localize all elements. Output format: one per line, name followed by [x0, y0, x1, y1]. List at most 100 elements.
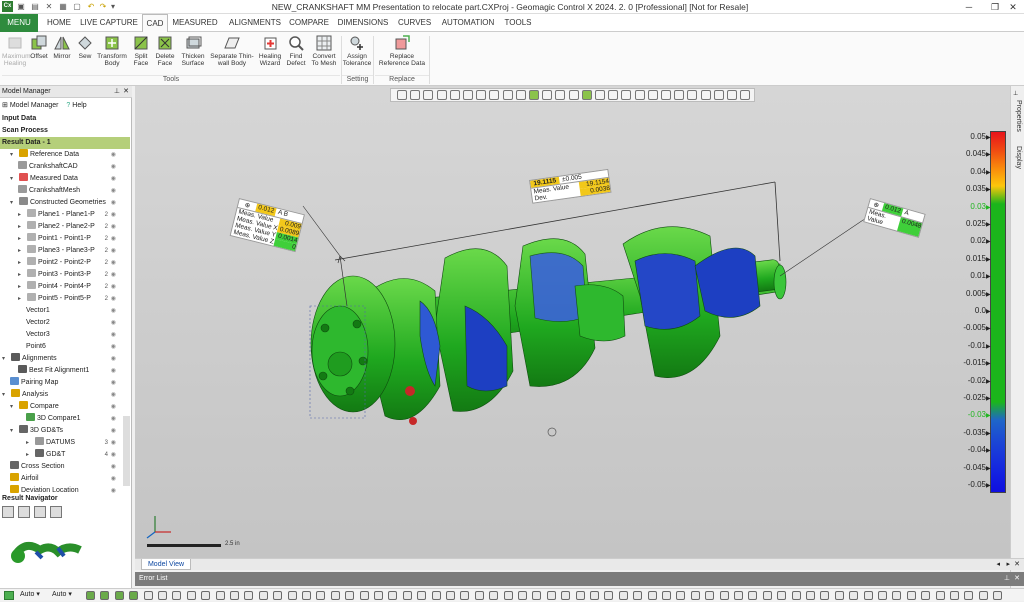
pin-icon[interactable]: ⊥ [1013, 90, 1023, 98]
status-tool-icon[interactable] [964, 591, 974, 600]
status-tool-icon[interactable] [258, 591, 268, 600]
brush-select-icon[interactable] [634, 90, 645, 100]
status-tool-icon[interactable] [244, 591, 254, 600]
tree-item[interactable]: ▸ Point5 - Point5-P ◉ 2 [0, 293, 130, 305]
status-tool-icon[interactable] [993, 591, 1003, 600]
status-tool-icon[interactable] [201, 591, 211, 600]
maximum-healing-button[interactable]: Maximum Healing [2, 34, 31, 74]
status-tool-icon[interactable] [878, 591, 887, 600]
tab-model-view[interactable]: Model View [141, 559, 191, 570]
nav-next-icon[interactable] [34, 506, 46, 518]
bottom-view-icon[interactable] [476, 90, 487, 100]
offset-button[interactable]: Offset [28, 34, 50, 74]
pin-icon[interactable]: ⊥ [1004, 572, 1010, 586]
status-tool-icon[interactable] [734, 591, 743, 600]
visibility-icon[interactable]: ◉ [111, 317, 116, 329]
tab-close-icon[interactable]: ✕ [1014, 559, 1020, 570]
status-tool-icon[interactable] [417, 591, 427, 600]
status-tool-icon[interactable] [474, 591, 484, 600]
tab-scroll-left-icon[interactable]: ◂ [996, 559, 1000, 570]
polyline-select-icon[interactable] [647, 90, 658, 100]
status-tool-icon[interactable] [561, 591, 571, 600]
expand-down-icon[interactable]: ▾ [10, 401, 19, 413]
line-select-icon[interactable] [568, 90, 579, 100]
status-tool-icon[interactable] [532, 591, 542, 600]
scale-tick-icon[interactable]: ▶ [986, 412, 991, 419]
feature-icon[interactable] [713, 90, 724, 100]
help-button[interactable]: ? Help [66, 102, 86, 109]
expand-right-icon[interactable]: ▸ [18, 293, 27, 305]
rotate-view-icon[interactable] [397, 90, 407, 100]
properties-tab[interactable]: Properties [1012, 100, 1024, 132]
transform-body-button[interactable]: Transform Body [96, 34, 128, 74]
status-tool-icon[interactable] [100, 591, 110, 600]
status-tool-icon[interactable] [446, 591, 455, 600]
visibility-icon[interactable]: ◉ [111, 149, 116, 161]
expand-right-icon[interactable]: ▸ [18, 221, 27, 233]
tree-item[interactable]: Scan Process [0, 125, 130, 137]
healing-wizard-button[interactable]: Healing Wizard [256, 34, 284, 74]
separate-thin-wall-body-button[interactable]: Separate Thin-wall Body [210, 34, 254, 74]
visibility-icon[interactable]: ◉ [111, 197, 116, 209]
visibility-icon[interactable]: ◉ [111, 257, 116, 269]
visibility-icon[interactable]: ◉ [111, 377, 116, 389]
status-tool-icon[interactable] [590, 591, 599, 600]
sew-button[interactable]: Sew [75, 34, 95, 74]
tree-item[interactable]: Best Fit Alignment1 ◉ [0, 365, 130, 377]
tree-item[interactable]: ▸ GD&T ◉ 4 [0, 449, 130, 461]
status-tool-icon[interactable] [978, 591, 988, 600]
status-tool-icon[interactable] [921, 591, 931, 600]
tree-scrollbar[interactable] [123, 416, 130, 486]
status-tool-icon[interactable] [114, 591, 124, 600]
select-all-icon[interactable] [581, 90, 592, 100]
status-tool-icon[interactable] [892, 591, 902, 600]
tree-item[interactable]: ▾ Reference Data ◉ [0, 149, 130, 161]
select-mode-icon[interactable] [4, 591, 14, 600]
expand-down-icon[interactable]: ▾ [10, 425, 19, 437]
color-scale[interactable]: 0.05 ▶ 0.045 ▶ 0.04 ▶ 0.035 ▶ 0.03 ▶ 0.025 ▶ 0.02 ▶ 0.… [958, 131, 1010, 514]
color-scale-bar[interactable] [990, 131, 1006, 493]
status-tool-icon[interactable] [431, 591, 441, 600]
status-tool-icon[interactable] [618, 591, 628, 600]
tab-curves[interactable]: CURVES [398, 14, 431, 32]
status-tool-icon[interactable] [705, 591, 715, 600]
zoom-window-icon[interactable] [700, 90, 711, 100]
shaded-icon[interactable] [542, 90, 553, 100]
expand-right-icon[interactable]: ▸ [18, 269, 27, 281]
tree-item[interactable]: CrankshaftMesh ◉ [0, 185, 130, 197]
status-tool-icon[interactable] [158, 591, 167, 600]
wireframe-icon[interactable] [529, 90, 539, 100]
status-tool-icon[interactable] [86, 591, 95, 600]
model-manager-button[interactable]: ⊞ Model Manager [2, 102, 58, 109]
left-view-icon[interactable] [489, 90, 500, 100]
tree-item[interactable]: CrankshaftCAD ◉ [0, 161, 130, 173]
tree-item[interactable]: Vector2 ◉ [0, 317, 130, 329]
tree-item[interactable]: ▾ 3D GD&Ts ◉ [0, 425, 130, 437]
close-panel-icon[interactable]: ✕ [123, 86, 129, 98]
cloud-select-icon[interactable] [674, 90, 685, 100]
front-view-icon[interactable] [436, 90, 447, 100]
status-tool-icon[interactable] [302, 591, 311, 600]
status-tool-icon[interactable] [345, 591, 355, 600]
expand-right-icon[interactable]: ▸ [18, 281, 27, 293]
tree-item[interactable]: ▾ Constructed Geometries ◉ [0, 197, 130, 209]
expand-right-icon[interactable]: ▸ [18, 257, 27, 269]
open-icon[interactable]: ▤ [30, 2, 40, 12]
status-tool-icon[interactable] [503, 591, 513, 600]
status-tool-icon[interactable] [546, 591, 556, 600]
nav-refresh-icon[interactable] [50, 506, 62, 518]
visibility-icon[interactable]: ◉ [111, 401, 116, 413]
status-tool-icon[interactable] [806, 591, 815, 600]
tree-item[interactable]: Pairing Map ◉ [0, 377, 130, 389]
expand-down-icon[interactable]: ▾ [2, 353, 11, 365]
status-tool-icon[interactable] [230, 591, 239, 600]
visibility-icon[interactable]: ◉ [111, 353, 116, 365]
status-tool-icon[interactable] [935, 591, 945, 600]
circle-select-icon[interactable] [595, 90, 605, 100]
right-view-icon[interactable] [502, 90, 513, 100]
visibility-icon[interactable]: ◉ [111, 173, 116, 185]
status-tool-icon[interactable] [820, 591, 830, 600]
expand-right-icon[interactable]: ▸ [18, 233, 27, 245]
status-tool-icon[interactable] [388, 591, 398, 600]
tree-item[interactable]: Vector3 ◉ [0, 329, 130, 341]
